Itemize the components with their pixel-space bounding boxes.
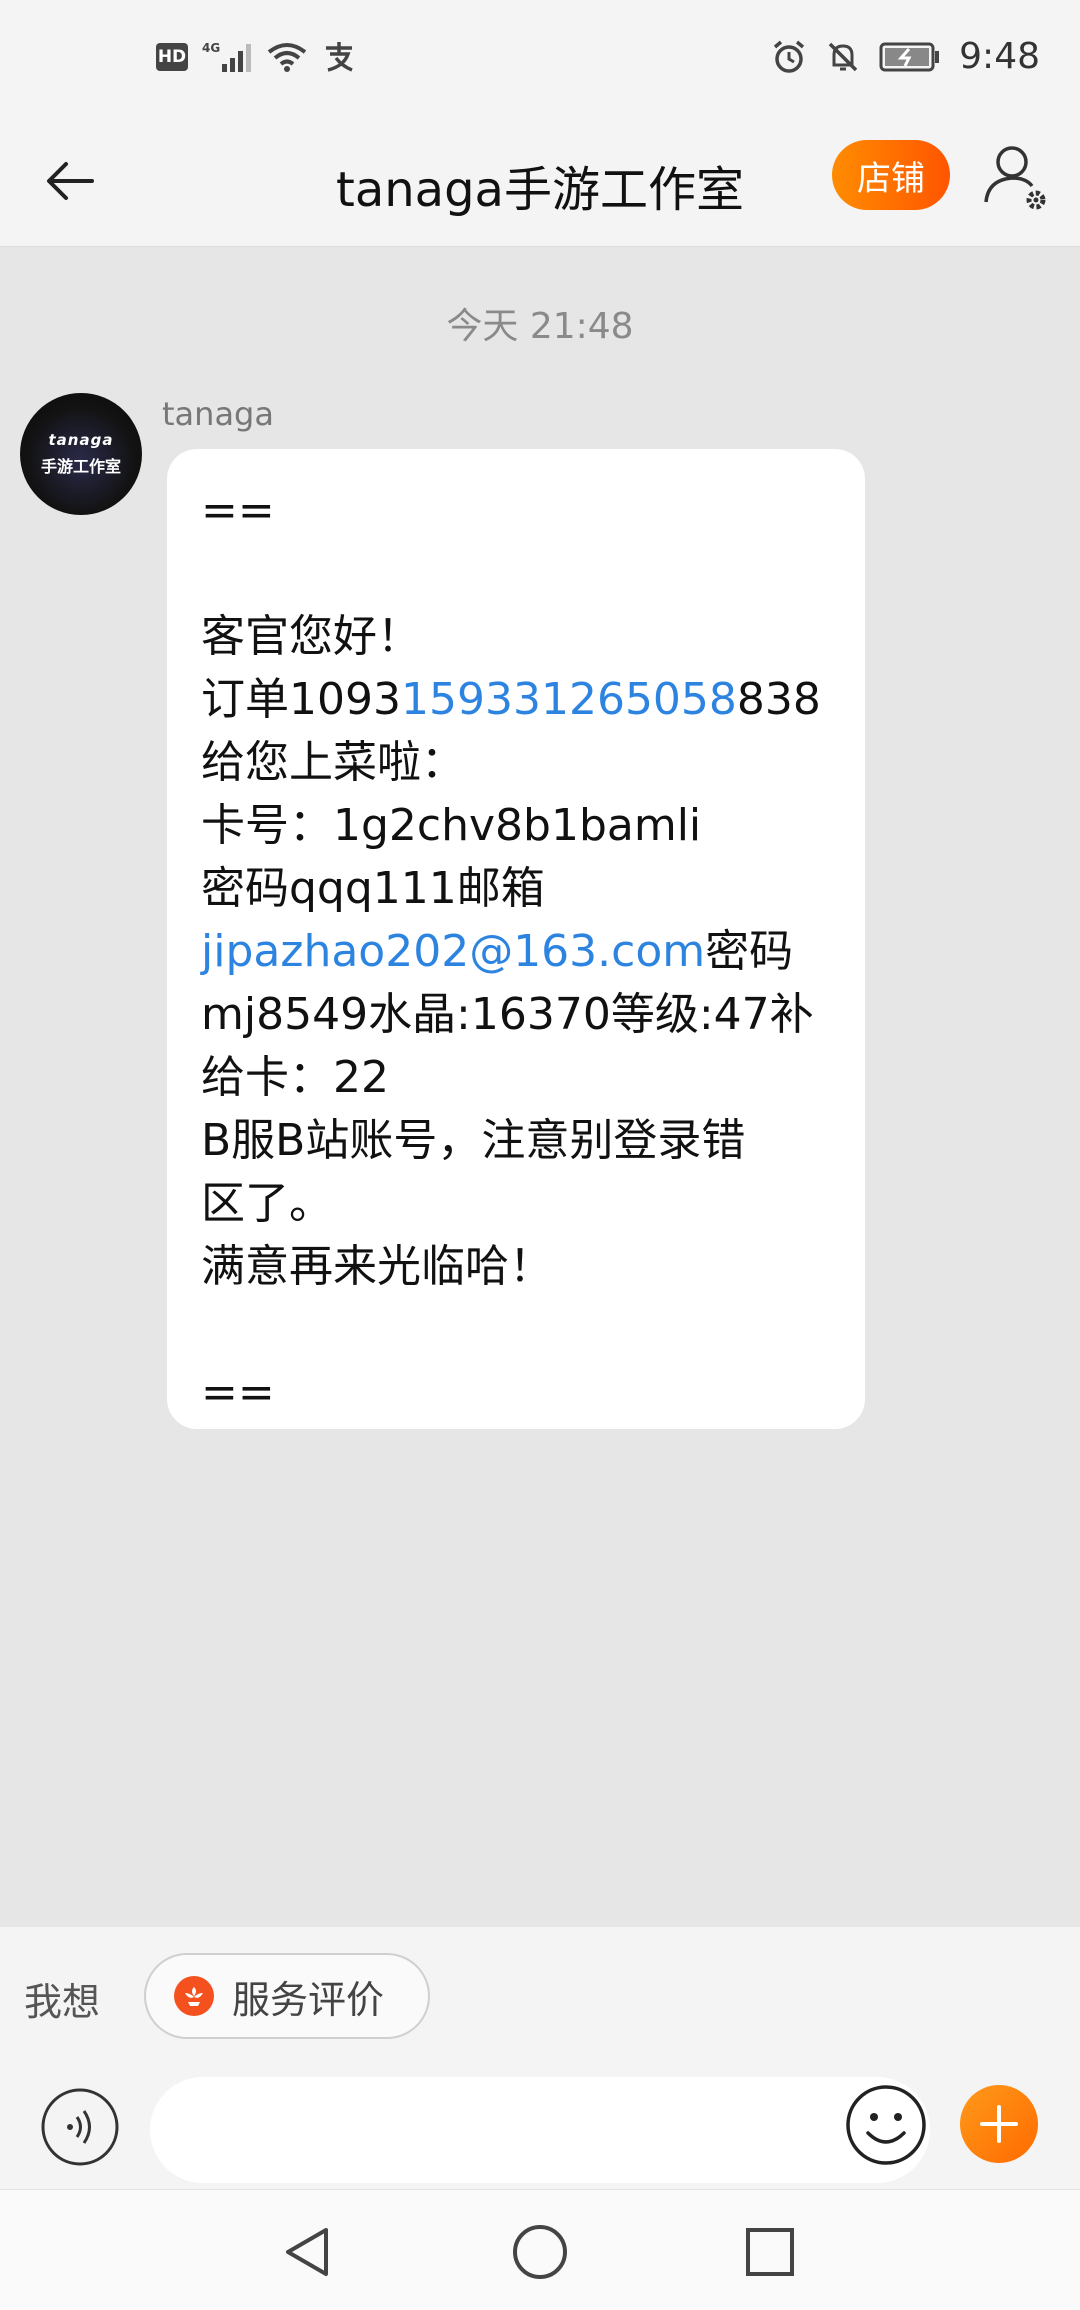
message-note-line1: B服B站账号，注意别登录错 bbox=[201, 1115, 746, 1166]
square-recents-icon bbox=[746, 2228, 794, 2276]
message-extra-card: 给卡：22 bbox=[201, 1052, 389, 1103]
message-timestamp: 今天 21:48 bbox=[446, 306, 634, 347]
circle-home-icon bbox=[513, 2225, 567, 2279]
system-recents-button[interactable] bbox=[744, 2226, 796, 2278]
clock: 9:48 bbox=[959, 36, 1040, 77]
message-served: 给您上菜啦： bbox=[201, 737, 465, 788]
message-closing: 满意再来光临哈！ bbox=[201, 1241, 553, 1292]
wifi-icon bbox=[267, 43, 307, 72]
status-right-icons: 9:48 bbox=[771, 36, 1040, 77]
svg-text:4G: 4G bbox=[202, 41, 220, 55]
order-number-link[interactable]: 159331265058 bbox=[401, 674, 737, 725]
avatar-text-line1: tanaga bbox=[48, 431, 114, 449]
mute-icon bbox=[828, 42, 858, 71]
message-separator-bottom: == bbox=[201, 1367, 275, 1418]
back-arrow-icon bbox=[47, 162, 94, 200]
order-prefix: 订单1093 bbox=[201, 674, 401, 725]
message-email-line: jipazhao202@163.com密码 bbox=[201, 920, 835, 983]
system-back-button[interactable] bbox=[280, 2224, 336, 2280]
email-link[interactable]: jipazhao202@163.com bbox=[201, 926, 705, 977]
order-suffix: 838 bbox=[736, 674, 821, 725]
message-separator-top: == bbox=[201, 485, 275, 536]
hd-icon: HD bbox=[156, 43, 188, 71]
message-details: mj8549水晶:16370等级:47补 bbox=[201, 989, 814, 1040]
chat-screen: HD 4G 9:48 tanaga手游工作室 店铺 今天 21:48 tanag… bbox=[0, 0, 1080, 2310]
message-password: 密码qqq111邮箱 bbox=[201, 863, 545, 914]
shop-button[interactable]: 店铺 bbox=[832, 140, 950, 210]
input-bar bbox=[0, 2067, 1080, 2189]
service-review-chip[interactable]: 服务评价 bbox=[144, 1953, 430, 2039]
message-greeting: 客官您好！ bbox=[201, 611, 421, 662]
battery-icon bbox=[879, 42, 940, 71]
message-blank-line-2 bbox=[201, 1298, 835, 1361]
user-settings-button[interactable] bbox=[982, 140, 1050, 216]
nav-bar: tanaga手游工作室 店铺 bbox=[0, 124, 1080, 247]
sender-name: tanaga bbox=[162, 395, 274, 433]
email-suffix: 密码 bbox=[705, 926, 794, 977]
chat-area[interactable]: 今天 21:48 tanaga 手游工作室 tanaga == 客官您好！ 订单… bbox=[0, 247, 1080, 1927]
plus-icon bbox=[980, 2105, 1018, 2143]
message-card-number: 卡号：1g2chv8b1bamli bbox=[201, 800, 702, 851]
smiley-icon bbox=[846, 2085, 926, 2165]
sender-avatar[interactable]: tanaga 手游工作室 bbox=[20, 393, 142, 515]
alipay-icon bbox=[326, 42, 353, 72]
quick-reply-label: 我想 bbox=[24, 1980, 101, 2024]
signal-icon: 4G bbox=[202, 41, 251, 72]
voice-button[interactable] bbox=[40, 2087, 120, 2167]
message-bubble[interactable]: == 客官您好！ 订单1093159331265058838 给您上菜啦： 卡号… bbox=[167, 449, 865, 1429]
triangle-back-icon bbox=[286, 2228, 328, 2276]
emoji-button[interactable] bbox=[844, 2083, 928, 2167]
system-nav-bar bbox=[0, 2189, 1080, 2310]
service-review-label: 服务评价 bbox=[232, 1977, 385, 2022]
system-home-button[interactable] bbox=[510, 2222, 570, 2282]
message-input[interactable] bbox=[150, 2077, 930, 2183]
flower-icon bbox=[174, 1976, 214, 2016]
back-button[interactable] bbox=[40, 148, 106, 214]
quick-reply-bar: 我想 服务评价 bbox=[0, 1927, 1080, 2067]
voice-icon bbox=[41, 2088, 119, 2166]
user-settings-icon bbox=[984, 146, 1046, 210]
more-options-button[interactable] bbox=[960, 2085, 1038, 2163]
status-left-icons: HD 4G bbox=[156, 40, 356, 74]
avatar-text-line2: 手游工作室 bbox=[40, 457, 121, 476]
alarm-icon bbox=[774, 40, 805, 73]
message-order-line: 订单1093159331265058838 bbox=[201, 668, 835, 731]
message-note-line2: 区了。 bbox=[201, 1178, 333, 1229]
status-bar: HD 4G 9:48 bbox=[0, 0, 1080, 124]
